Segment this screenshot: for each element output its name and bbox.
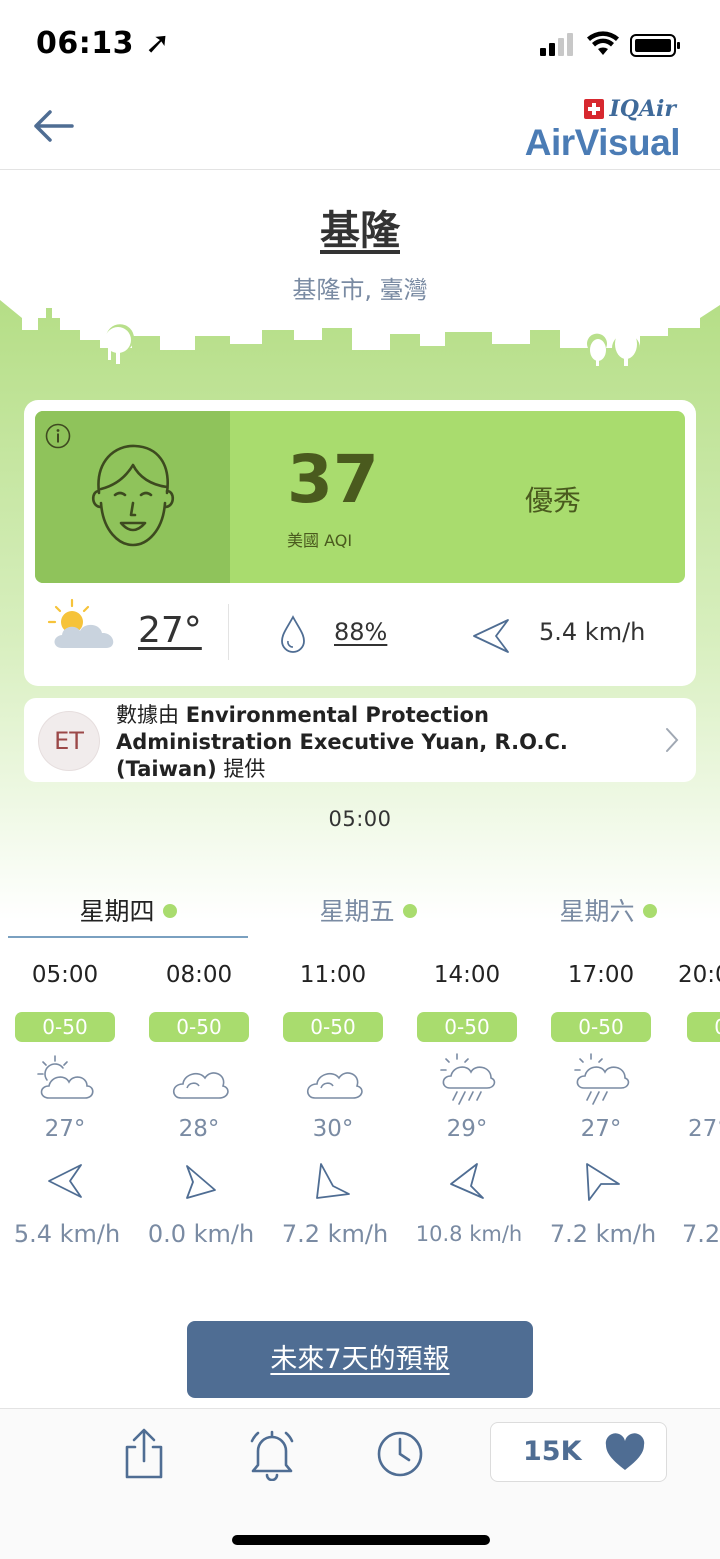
update-time: 05:00	[328, 807, 392, 831]
current-weather-row: 27° 88% 5.4 km/h	[24, 596, 696, 676]
current-temperature[interactable]: 27°	[138, 610, 202, 651]
aqi-dot	[642, 904, 657, 918]
header: IQAir AirVisual	[0, 88, 720, 170]
current-wind-speed: 5.4 km/h	[539, 618, 646, 646]
share-icon[interactable]	[121, 1427, 167, 1481]
hour-aqi-badge: 0-50	[551, 1012, 651, 1042]
humidity-drop-icon	[281, 615, 305, 653]
cloudy-icon	[306, 1072, 363, 1099]
hour-wind-speed: 0.0 km/h	[147, 1220, 255, 1248]
wind-direction-icon	[586, 1163, 620, 1201]
source-avatar: ET	[38, 711, 100, 771]
aqi-card: 37 美國 AQI 優秀 27° 88% 5.4 km/h	[24, 400, 696, 686]
status-icons	[540, 31, 680, 57]
battery-icon	[630, 34, 680, 57]
city-title[interactable]: 基隆	[0, 198, 720, 256]
hour-time: 05:00	[31, 962, 99, 988]
back-arrow-icon[interactable]	[28, 104, 80, 148]
info-icon[interactable]	[45, 423, 71, 449]
hour-time: 11:00	[299, 962, 367, 988]
wind-direction-icon	[186, 1165, 216, 1199]
happy-face-icon	[91, 444, 175, 547]
partly-cloudy-icon	[37, 1055, 94, 1099]
iqair-airvisual-logo: IQAir AirVisual	[510, 96, 681, 163]
hour-temperature: 27°	[44, 1116, 86, 1142]
wind-direction-icon	[48, 1164, 82, 1198]
aqi-panel: 37 美國 AQI 優秀	[35, 411, 685, 583]
divider	[228, 604, 229, 660]
aqi-label: 美國 AQI	[287, 531, 353, 550]
bottom-toolbar: 15K	[0, 1408, 720, 1559]
hourly-item: 20:00 0-50 27° 7.2 km/h	[670, 958, 720, 1258]
hour-aqi-badge: 0-50	[283, 1012, 383, 1042]
hour-wind-speed: 7.2 km/h	[549, 1220, 657, 1248]
tab-thursday[interactable]: 星期四	[8, 892, 248, 938]
partly-cloudy-icon	[47, 598, 114, 648]
clock-icon[interactable]	[375, 1427, 425, 1481]
home-indicator[interactable]	[232, 1535, 490, 1545]
wind-direction-icon	[473, 619, 509, 653]
cloudy-icon	[172, 1072, 229, 1099]
hour-aqi-badge: 0-50	[687, 1012, 720, 1042]
logo-airvisual: AirVisual	[524, 122, 681, 163]
hour-time: 17:00	[567, 962, 635, 988]
hour-time: 14:00	[433, 962, 501, 988]
hour-temperature: 30°	[312, 1116, 354, 1142]
logo-iqair: IQAir	[583, 96, 676, 122]
seven-day-forecast-button[interactable]: 未來7天的預報	[187, 1321, 533, 1398]
hourly-item: 14:00 0-50 29° 10.8 km/h	[402, 958, 536, 1258]
hour-temperature: 29°	[446, 1116, 488, 1142]
source-text: 數據由 Environmental Protection Administrat…	[116, 703, 568, 781]
tab-friday[interactable]: 星期五	[248, 892, 488, 938]
hourly-forecast-list[interactable]: 05:00 0-50 27° 5.4 km/h 08:00 0-50 28° 0…	[0, 958, 720, 1258]
hour-aqi-badge: 0-50	[15, 1012, 115, 1042]
hourly-item: 05:00 0-50 27° 5.4 km/h	[0, 958, 134, 1258]
hourly-item: 11:00 0-50 30° 7.2 km/h	[268, 958, 402, 1258]
tab-saturday[interactable]: 星期六	[488, 892, 720, 938]
wind-direction-icon	[316, 1163, 350, 1199]
city-region: 基隆市, 臺灣	[292, 276, 428, 304]
hour-temperature: 27°	[688, 1116, 720, 1142]
hour-time: 20:00	[678, 962, 720, 988]
like-count: 15K	[523, 1436, 582, 1467]
hour-wind-speed: 7.2 km/h	[281, 1220, 389, 1248]
aqi-dot	[162, 904, 177, 918]
hourly-item: 08:00 0-50 28° 0.0 km/h	[134, 958, 268, 1258]
hour-aqi-badge: 0-50	[149, 1012, 249, 1042]
status-time: 06:13 ➚	[36, 26, 171, 61]
heart-icon	[605, 1433, 645, 1470]
aqi-level: 優秀	[525, 484, 582, 517]
hour-wind-speed: 10.8 km/h	[415, 1222, 523, 1246]
chevron-right-icon	[666, 728, 679, 752]
wifi-icon	[587, 31, 619, 55]
wind-direction-icon	[450, 1163, 484, 1199]
hour-temperature: 28°	[178, 1116, 220, 1142]
current-humidity[interactable]: 88%	[334, 618, 387, 646]
hour-temperature: 27°	[580, 1116, 622, 1142]
aqi-dot	[402, 904, 417, 918]
day-tabs: 星期四 星期五 星期六	[0, 892, 720, 938]
hour-time: 08:00	[165, 962, 233, 988]
swiss-cross-icon	[583, 99, 604, 119]
hour-wind-speed: 7.2 km/h	[682, 1220, 720, 1248]
hour-wind-speed: 5.4 km/h	[13, 1220, 121, 1248]
rain-icon	[440, 1053, 496, 1105]
aqi-value: 37	[287, 441, 379, 518]
rain-icon	[574, 1053, 630, 1105]
hour-aqi-badge: 0-50	[417, 1012, 517, 1042]
aqi-face-box	[35, 411, 230, 583]
bell-icon[interactable]	[246, 1427, 298, 1481]
data-source-card[interactable]: ET 數據由 Environmental Protection Administ…	[24, 698, 696, 782]
status-bar: 06:13 ➚	[0, 0, 720, 88]
hourly-item: 17:00 0-50 27° 7.2 km/h	[536, 958, 670, 1258]
like-button[interactable]: 15K	[490, 1422, 667, 1482]
signal-icon	[540, 33, 573, 56]
